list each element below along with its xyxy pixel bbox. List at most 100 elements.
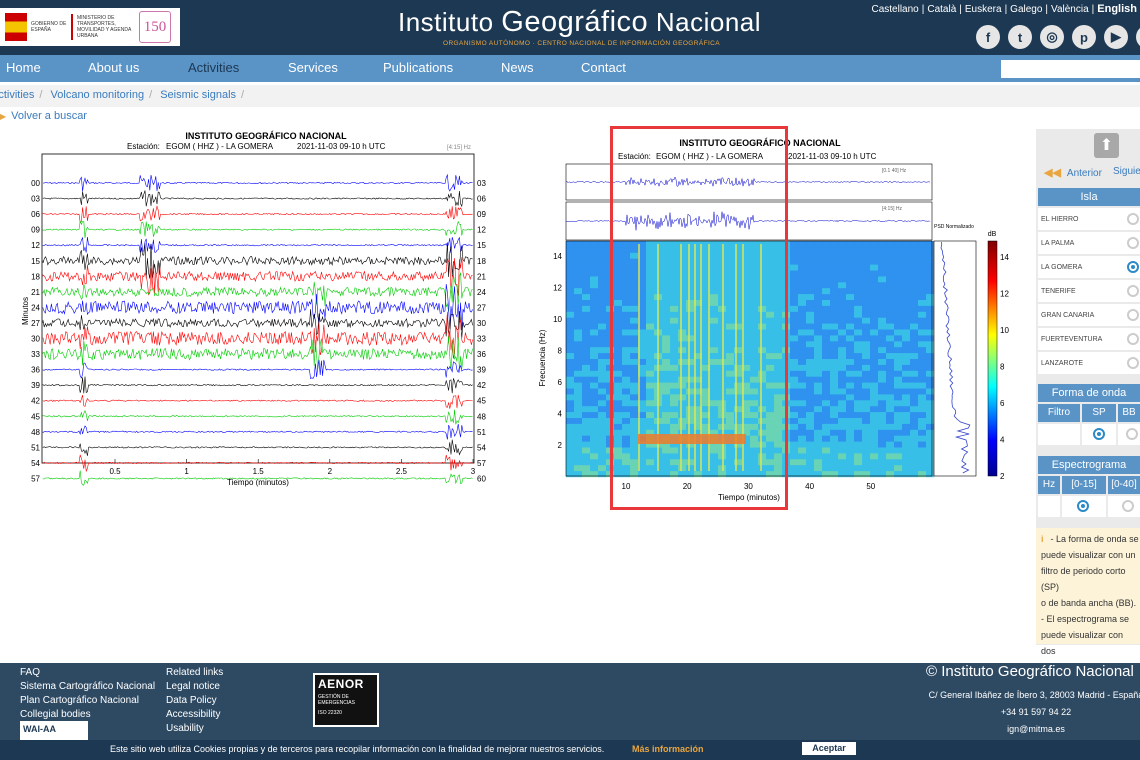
breadcrumb-activities[interactable]: Activities: [0, 89, 34, 101]
spectrogram-cell: [574, 329, 583, 336]
spectrogram-cell: [902, 317, 911, 324]
footer-link-faq[interactable]: FAQ: [20, 666, 155, 680]
island-radio[interactable]: [1127, 309, 1139, 321]
spectrogram-cell: [590, 406, 599, 413]
wai-aa-badge[interactable]: WAI-AA: [20, 721, 88, 741]
breadcrumb-seismic-signals[interactable]: Seismic signals: [160, 89, 236, 101]
footer-link-usability[interactable]: Usability: [166, 722, 223, 736]
spectrogram-cell: [814, 270, 823, 277]
nav-about-us[interactable]: About us: [88, 60, 139, 75]
footer-link-data-policy[interactable]: Data Policy: [166, 694, 223, 708]
spectrogram-cell: [830, 394, 839, 401]
spectrogram-cell: [902, 364, 911, 371]
footer-link-collegial[interactable]: Collegial bodies: [20, 708, 155, 722]
nav-publications[interactable]: Publications: [383, 60, 453, 75]
back-to-search-link[interactable]: ▶ Volver a buscar: [0, 110, 87, 122]
island-radio[interactable]: [1127, 261, 1139, 273]
station-label: Estación:: [127, 142, 160, 151]
spectrogram-cell: [574, 400, 583, 407]
island-row-tenerife[interactable]: TENERIFE: [1038, 280, 1140, 302]
colorbar-unit: dB: [988, 231, 997, 238]
instagram-icon[interactable]: ◎: [1040, 25, 1064, 49]
island-row-gran-canaria[interactable]: GRAN CANARIA: [1038, 304, 1140, 326]
spectrogram-cell: [846, 246, 855, 253]
island-row-lanzarote[interactable]: LANZAROTE: [1038, 352, 1140, 374]
island-row-fuerteventura[interactable]: FUERTEVENTURA: [1038, 328, 1140, 350]
language-català[interactable]: Català: [924, 4, 959, 15]
spectrogram-cell: [798, 353, 807, 360]
ign-logo[interactable]: Instituto Geográfico Nacional ORGANISMO …: [398, 6, 761, 50]
footer-link-accessibility[interactable]: Accessibility: [166, 708, 223, 722]
island-radio[interactable]: [1127, 285, 1139, 297]
pinterest-icon[interactable]: p: [1072, 25, 1096, 49]
spectrogram-cell: [790, 418, 799, 425]
info-line: i - La forma de onda se: [1041, 531, 1140, 547]
spectro-0-15-radio[interactable]: [1077, 500, 1089, 512]
nav-home[interactable]: Home: [6, 60, 41, 75]
aenor-certification-logo[interactable]: AENOR GESTIÓN DE EMERGENCIAS ISO 22320: [313, 673, 379, 727]
tick-left-12: 12: [31, 241, 40, 250]
footer-link-scn[interactable]: Sistema Cartográfico Nacional: [20, 680, 155, 694]
footer-link-related[interactable]: Related links: [166, 666, 223, 680]
waveform-sp-radio[interactable]: [1093, 428, 1105, 440]
spectrogram-cell: [830, 364, 839, 371]
previous-button[interactable]: ◀◀ Anterior: [1044, 166, 1102, 179]
spectrogram-cell: [798, 276, 807, 283]
colorbar-tick-12: 12: [1000, 290, 1009, 299]
facebook-icon[interactable]: f: [976, 25, 1000, 49]
spectrogram-cell: [566, 311, 575, 318]
footer-link-legal[interactable]: Legal notice: [166, 680, 223, 694]
island-row-el-hierro[interactable]: EL HIERRO: [1038, 208, 1140, 230]
waveform-bb-radio[interactable]: [1126, 428, 1138, 440]
next-button[interactable]: Siguiente: [1113, 166, 1140, 177]
spectro-0-40-radio[interactable]: [1122, 500, 1134, 512]
cookie-accept-button[interactable]: Aceptar: [802, 742, 856, 755]
tick-left-15: 15: [31, 257, 40, 266]
spectrogram-cell: [846, 347, 855, 354]
language-english[interactable]: English: [1094, 3, 1140, 15]
spectrogram-cell: [862, 429, 871, 436]
language-euskera[interactable]: Euskera: [962, 4, 1005, 15]
nav-activities[interactable]: Activities: [188, 60, 239, 75]
nav-news[interactable]: News: [501, 60, 534, 75]
island-row-la-gomera[interactable]: LA GOMERA: [1038, 256, 1140, 278]
search-input[interactable]: [1001, 60, 1140, 78]
rss-icon[interactable]: ☰: [1136, 25, 1140, 49]
breadcrumb-volcano-monitoring[interactable]: Volcano monitoring: [51, 89, 145, 101]
spectrogram-cell: [598, 423, 607, 430]
spectrogram-cell: [838, 435, 847, 442]
spectrogram-cell: [894, 394, 903, 401]
spectrogram-cell: [886, 252, 895, 259]
nav-contact[interactable]: Contact: [581, 60, 626, 75]
spectrogram-cell: [926, 276, 935, 283]
spectrogram-cell: [598, 465, 607, 472]
spectrogram-cell: [582, 282, 591, 289]
spectrogram-cell: [830, 329, 839, 336]
government-logo[interactable]: GOBIERNO DE ESPAÑA MINISTERIO DE TRANSPO…: [0, 8, 180, 46]
spectrogram-cell: [862, 329, 871, 336]
tick-left-09: 09: [31, 226, 40, 235]
island-radio[interactable]: [1127, 333, 1139, 345]
email-link[interactable]: ign@mitma.es: [926, 721, 1140, 738]
spectrogram-cell: [814, 335, 823, 342]
language-valència[interactable]: València: [1048, 4, 1092, 15]
spectrogram-cell: [902, 359, 911, 366]
spectrogram-cell: [926, 447, 935, 454]
spectrogram-cell: [862, 459, 871, 466]
cookie-more-info-link[interactable]: Más información: [632, 744, 704, 754]
island-radio[interactable]: [1127, 237, 1139, 249]
spectrogram-cell: [582, 388, 591, 395]
youtube-icon[interactable]: ▶: [1104, 25, 1128, 49]
scroll-up-button[interactable]: ⬆: [1094, 133, 1119, 158]
language-castellano[interactable]: Castellano: [868, 4, 921, 15]
island-row-la-palma[interactable]: LA PALMA: [1038, 232, 1140, 254]
spectrogram-cell: [598, 370, 607, 377]
island-radio[interactable]: [1127, 213, 1139, 225]
spectrogram-cell: [910, 423, 919, 430]
footer-link-pcn[interactable]: Plan Cartográfico Nacional: [20, 694, 155, 708]
island-radio[interactable]: [1127, 357, 1139, 369]
language-galego[interactable]: Galego: [1007, 4, 1045, 15]
twitter-icon[interactable]: t: [1008, 25, 1032, 49]
spectrogram-cell: [870, 335, 879, 342]
nav-services[interactable]: Services: [288, 60, 338, 75]
